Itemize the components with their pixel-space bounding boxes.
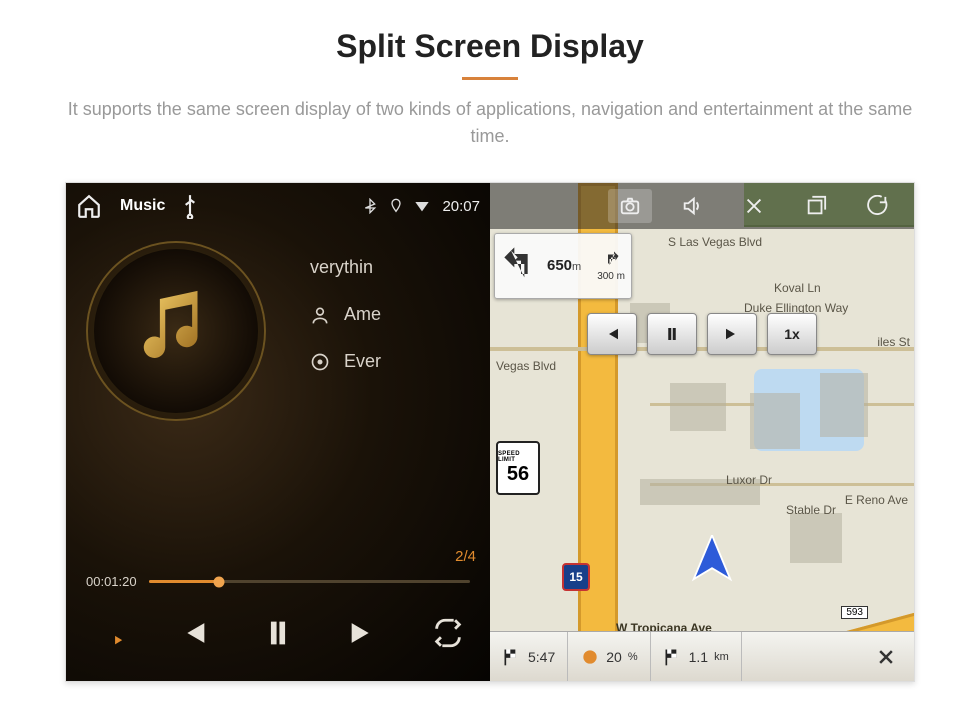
wifi-icon [414,198,430,214]
turn-sub-unit: m [617,271,625,282]
flag-icon [502,647,522,667]
music-pane: Music 20:07 verythin [66,183,490,681]
seek-bar[interactable] [149,580,470,583]
remaining-value: 1.1 [689,649,708,665]
music-title: Music [120,197,165,215]
meta-title-row: verythin [310,257,490,278]
exit-number: 593 [841,606,868,619]
street-koval: Koval Ln [774,281,821,295]
progress-cell[interactable]: 20% [568,632,650,681]
bluetooth-icon [362,198,378,214]
pause-button[interactable] [261,616,295,655]
speed-limit-sign: SPEED LIMIT 56 [496,441,540,495]
home-icon[interactable] [76,193,102,219]
flag-icon-2 [663,647,683,667]
turn-instruction: 650m 300 m [494,233,632,299]
vehicle-arrow-icon [690,535,734,588]
meta-artist-row: Ame [310,304,490,325]
title-underline [462,77,518,80]
music-note-icon [133,286,219,377]
close-nav-button[interactable] [858,632,914,681]
street-vegas-short: Vegas Blvd [496,359,556,373]
playlist-button[interactable] [91,616,125,655]
track-meta: verythin Ame Ever [310,257,490,372]
turn-next: 300 m [597,250,625,282]
nav-topbar [490,183,914,229]
map-water [754,369,864,451]
map-pane[interactable]: S Las Vegas Blvd Koval Ln Duke Ellington… [490,183,914,681]
turn-dist-value: 650 [547,257,572,274]
back-icon[interactable] [856,189,900,223]
progress-value: 20 [606,649,622,665]
meta-album-row: Ever [310,351,490,372]
turn-left-icon [501,244,541,289]
camera-icon[interactable] [608,189,652,223]
album-art-circle [86,241,266,421]
page-description: It supports the same screen display of t… [55,96,925,150]
prev-button[interactable] [176,616,210,655]
street-stable: Stable Dr [786,503,836,517]
turn-sub-value: 300 [597,271,614,282]
recent-apps-icon[interactable] [794,189,838,223]
close-icon[interactable] [732,189,776,223]
turn-right-icon [602,250,620,268]
music-body: verythin Ame Ever [66,229,490,421]
repeat-button[interactable] [431,616,465,655]
speed-limit-value: 56 [507,463,529,486]
turn-dist-unit: m [572,261,581,273]
page-header: Split Screen Display It supports the sam… [0,0,980,164]
street-reno: E Reno Ave [845,493,908,507]
speed-limit-label: SPEED LIMIT [498,451,538,463]
music-topbar: Music 20:07 [66,183,490,229]
street-las-vegas: S Las Vegas Blvd [668,235,762,249]
status-icons [362,198,430,214]
road-luxor [650,483,914,486]
page-title: Split Screen Display [40,28,940,65]
meta-title-text: verythin [310,257,373,278]
usb-icon[interactable] [177,193,203,219]
map-media-controls: 1x [587,313,817,355]
transport-controls [66,597,490,673]
meta-album-text: Ever [344,351,381,372]
street-giles: iles St [877,335,910,349]
map-speed-button[interactable]: 1x [767,313,817,355]
map-prev-button[interactable] [587,313,637,355]
highway-shield: 15 [562,563,590,591]
progress-unit: % [628,651,638,663]
clock: 20:07 [442,198,480,215]
seek-bar-knob[interactable] [214,576,225,587]
artist-icon [310,305,330,325]
progress-row: 00:01:20 [86,574,470,589]
album-icon [310,352,330,372]
map-pause-button[interactable] [647,313,697,355]
eta-cell[interactable]: 5:47 [490,632,568,681]
next-button[interactable] [346,616,380,655]
turn-distance: 650m [547,257,581,275]
map-next-button[interactable] [707,313,757,355]
seek-bar-fill [149,580,220,583]
nav-bottom-bar: 5:47 20% 1.1 km [490,631,914,681]
meta-artist-text: Ame [344,304,381,325]
track-index: 2/4 [455,548,476,565]
time-elapsed: 00:01:20 [86,574,137,589]
close-x-icon [876,647,896,667]
remaining-unit: km [714,651,729,663]
eta-value: 5:47 [528,649,555,665]
device-screen: Music 20:07 verythin [65,182,915,682]
volume-icon[interactable] [670,189,714,223]
street-luxor: Luxor Dr [726,473,772,487]
location-icon [388,198,404,214]
progress-icon [580,647,600,667]
remaining-cell[interactable]: 1.1 km [651,632,742,681]
